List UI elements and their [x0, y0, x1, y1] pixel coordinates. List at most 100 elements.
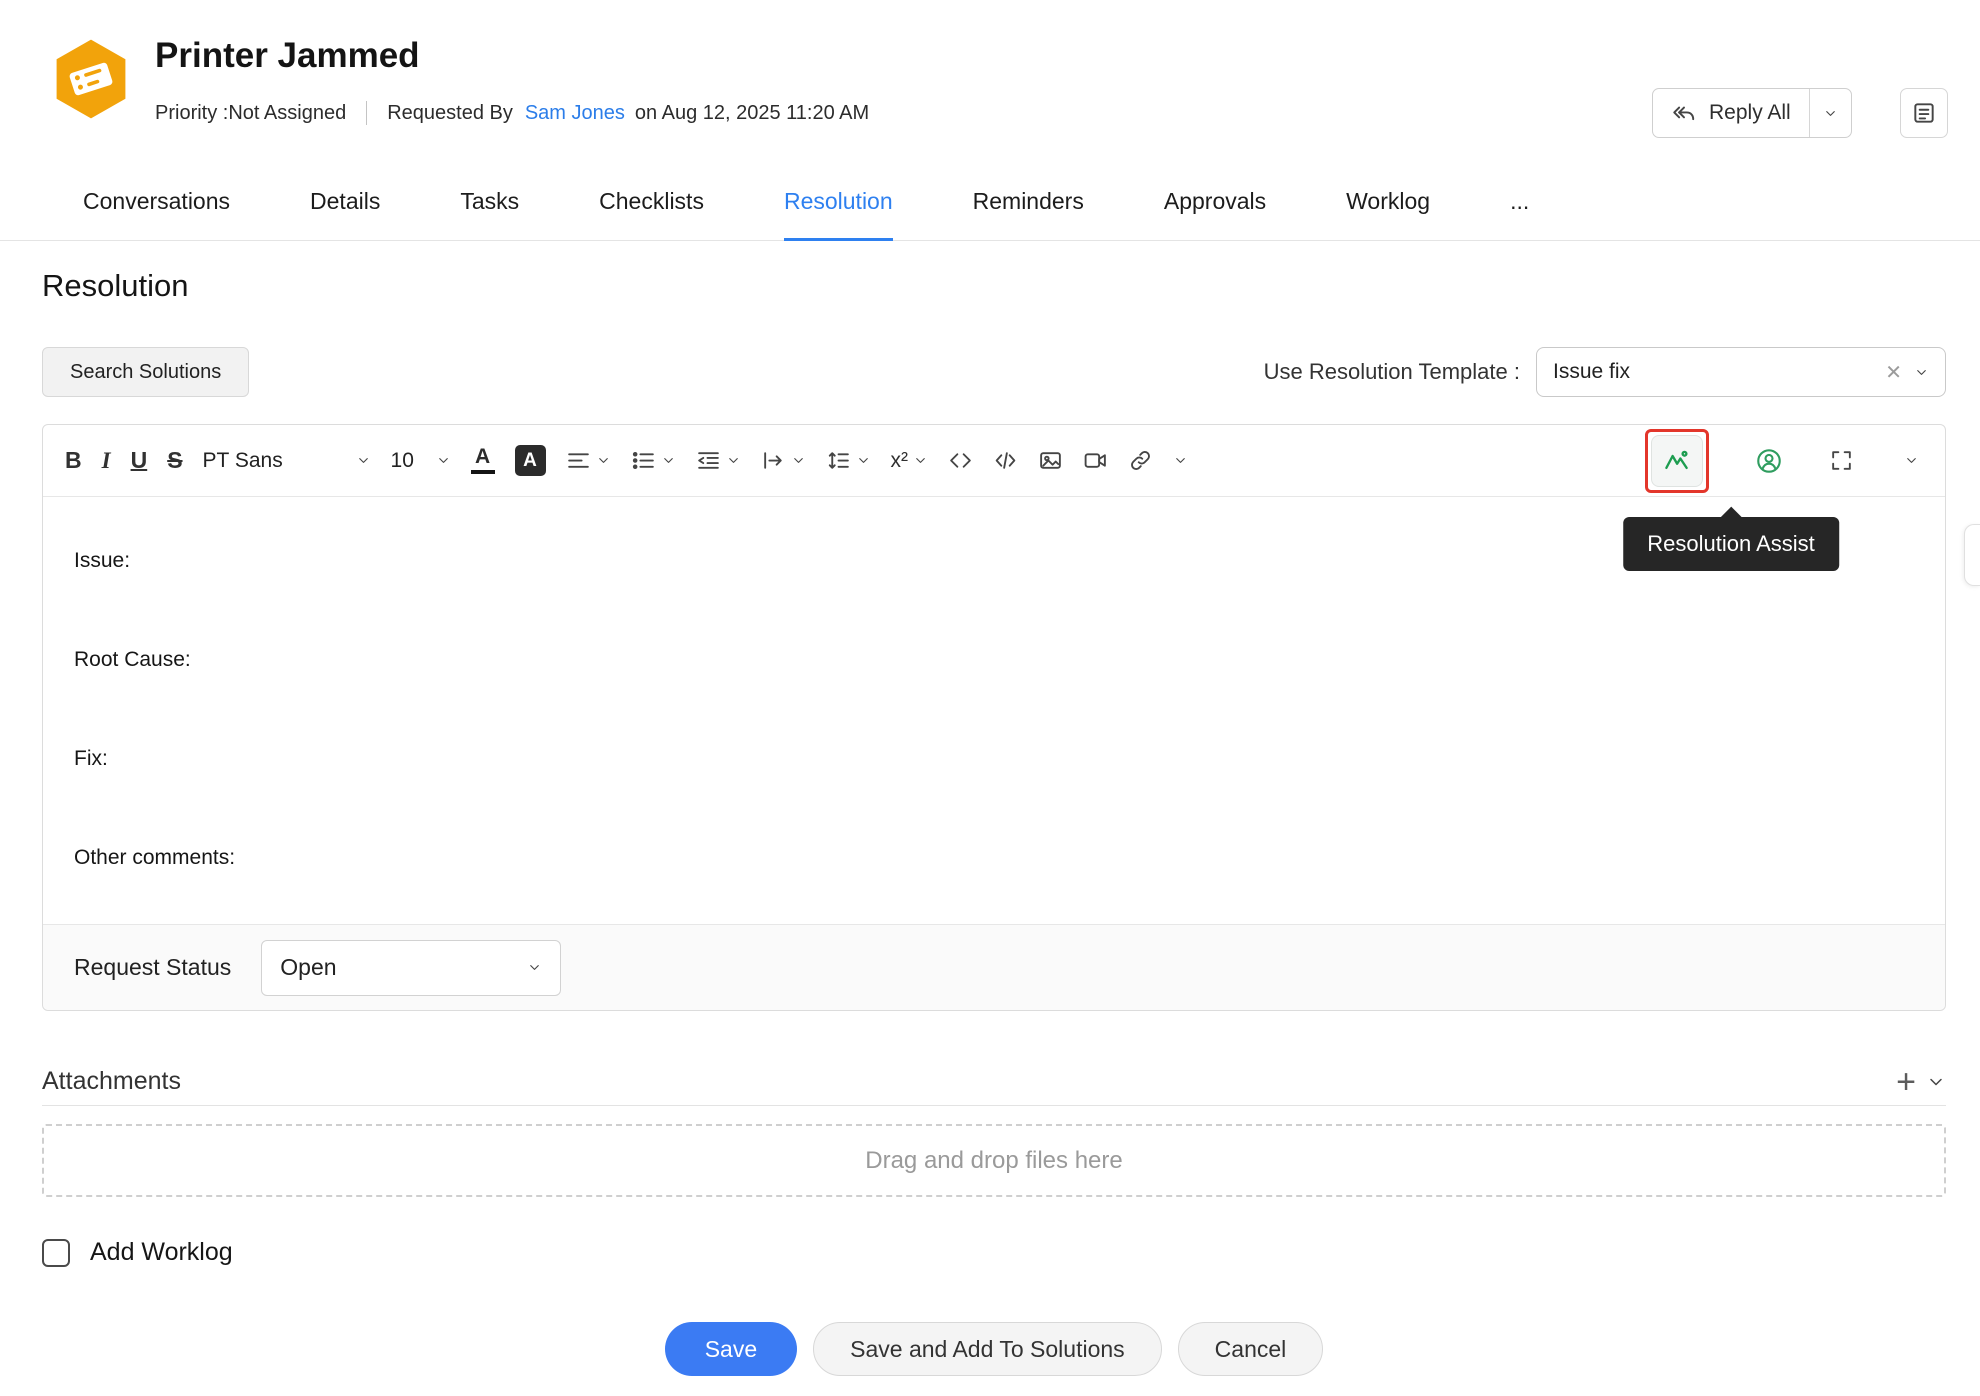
template-clear-icon[interactable]: ✕ [1885, 360, 1902, 385]
tab-bar: Conversations Details Tasks Checklists R… [0, 164, 1980, 241]
line-spacing-button[interactable] [826, 448, 871, 473]
tab-reminders[interactable]: Reminders [973, 164, 1084, 241]
resolution-assist-button[interactable] [1651, 435, 1703, 487]
reply-options-chevron[interactable] [1809, 89, 1851, 137]
font-family-select[interactable]: PT Sans [203, 449, 371, 473]
strikethrough-button[interactable]: S [167, 447, 182, 474]
save-and-add-to-solutions-button[interactable]: Save and Add To Solutions [813, 1322, 1162, 1376]
attachments-collapse-chevron[interactable] [1926, 1072, 1946, 1092]
tab-approvals[interactable]: Approvals [1164, 164, 1266, 241]
bullet-list-icon [631, 448, 656, 473]
reply-all-button[interactable]: Reply All [1652, 88, 1852, 138]
notes-icon [1911, 100, 1937, 126]
tab-more[interactable]: ... [1510, 164, 1529, 241]
editor-line: Other comments: [74, 844, 1915, 871]
code-icon [948, 448, 973, 473]
fullscreen-button[interactable] [1829, 448, 1854, 473]
editor-line: Root Cause: [74, 646, 1915, 673]
chevron-down-icon [356, 453, 371, 468]
background-color-button[interactable]: A [515, 445, 546, 476]
ticket-type-icon [48, 36, 134, 122]
requested-by-label: Requested By [387, 102, 513, 125]
chevron-down-icon [527, 960, 542, 975]
requester-link[interactable]: Sam Jones [525, 102, 625, 125]
resolution-editor: B I U S PT Sans 10 A A [42, 424, 1946, 1011]
bold-button[interactable]: B [65, 447, 82, 474]
indent-button[interactable] [761, 448, 806, 473]
reply-all-label: Reply All [1709, 101, 1791, 125]
resolution-template-area: Use Resolution Template : Issue fix ✕ [1264, 347, 1946, 397]
request-status-row: Request Status Open [43, 924, 1945, 1010]
chevron-down-icon [856, 453, 871, 468]
editor-toolbar: B I U S PT Sans 10 A A [43, 425, 1945, 497]
notes-button[interactable] [1900, 88, 1948, 138]
requested-on: on Aug 12, 2025 11:20 AM [635, 102, 869, 125]
embed-code-icon [993, 448, 1018, 473]
line-spacing-icon [826, 448, 851, 473]
template-label: Use Resolution Template : [1264, 359, 1520, 385]
resolution-assist-highlight [1645, 429, 1709, 493]
embed-button[interactable] [993, 448, 1018, 473]
link-icon [1128, 448, 1153, 473]
underline-button[interactable]: U [131, 447, 148, 474]
chevron-down-icon [596, 453, 611, 468]
add-worklog-label: Add Worklog [90, 1238, 233, 1267]
chevron-down-icon [436, 453, 451, 468]
chevron-down-icon [1904, 453, 1919, 468]
add-worklog-checkbox[interactable] [42, 1239, 70, 1267]
indent-arrow-icon [761, 448, 786, 473]
request-status-select[interactable]: Open [261, 940, 561, 996]
text-color-button[interactable]: A [471, 447, 495, 474]
chevron-down-icon [791, 453, 806, 468]
reply-all-icon [1671, 100, 1697, 126]
font-family-value: PT Sans [203, 449, 283, 473]
tab-details[interactable]: Details [310, 164, 380, 241]
toolbar-collapse-chevron[interactable] [1904, 453, 1919, 468]
attachments-title: Attachments [42, 1067, 181, 1096]
tab-tasks[interactable]: Tasks [460, 164, 519, 241]
chevron-down-icon [913, 453, 928, 468]
meta-divider [366, 101, 367, 125]
cancel-button[interactable]: Cancel [1178, 1322, 1324, 1376]
template-select[interactable]: Issue fix ✕ [1536, 347, 1946, 397]
insert-image-button[interactable] [1038, 448, 1063, 473]
footer-actions: Save Save and Add To Solutions Cancel [42, 1322, 1946, 1376]
zia-resolution-assist-icon [1662, 446, 1692, 476]
outdent-icon [696, 448, 721, 473]
page-title: Printer Jammed [155, 36, 420, 76]
insert-video-button[interactable] [1083, 448, 1108, 473]
ticket-meta: Priority :Not Assigned Requested By Sam … [155, 98, 869, 128]
more-tools-chevron[interactable] [1173, 453, 1188, 468]
chevron-down-icon [661, 453, 676, 468]
list-button[interactable] [631, 448, 676, 473]
request-status-value: Open [280, 954, 527, 981]
person-icon [1755, 447, 1783, 475]
font-size-select[interactable]: 10 [391, 449, 451, 473]
tab-checklists[interactable]: Checklists [599, 164, 704, 241]
save-button[interactable]: Save [665, 1322, 797, 1376]
code-view-button[interactable] [948, 448, 973, 473]
superscript-button[interactable]: x² [891, 449, 929, 473]
template-value: Issue fix [1553, 360, 1873, 384]
section-title: Resolution [42, 268, 188, 304]
resolution-assist-tooltip: Resolution Assist [1623, 517, 1839, 571]
side-panel-handle[interactable] [1964, 524, 1980, 586]
attachment-dropzone[interactable]: Drag and drop files here [42, 1124, 1946, 1197]
align-button[interactable] [566, 448, 611, 473]
tab-worklog[interactable]: Worklog [1346, 164, 1430, 241]
outdent-button[interactable] [696, 448, 741, 473]
insert-link-button[interactable] [1128, 448, 1153, 473]
align-left-icon [566, 448, 591, 473]
add-worklog-row: Add Worklog [42, 1238, 233, 1267]
text-color-bar [471, 470, 495, 474]
add-attachment-button[interactable]: + [1896, 1067, 1916, 1097]
template-chevron-icon[interactable] [1914, 365, 1929, 380]
chevron-down-icon [726, 453, 741, 468]
image-icon [1038, 448, 1063, 473]
tab-conversations[interactable]: Conversations [83, 164, 230, 241]
italic-button[interactable]: I [102, 448, 111, 474]
requester-insights-button[interactable] [1755, 447, 1783, 475]
tab-resolution[interactable]: Resolution [784, 164, 893, 241]
ticket-page: Printer Jammed Priority :Not Assigned Re… [0, 0, 1980, 1396]
search-solutions-button[interactable]: Search Solutions [42, 347, 249, 397]
